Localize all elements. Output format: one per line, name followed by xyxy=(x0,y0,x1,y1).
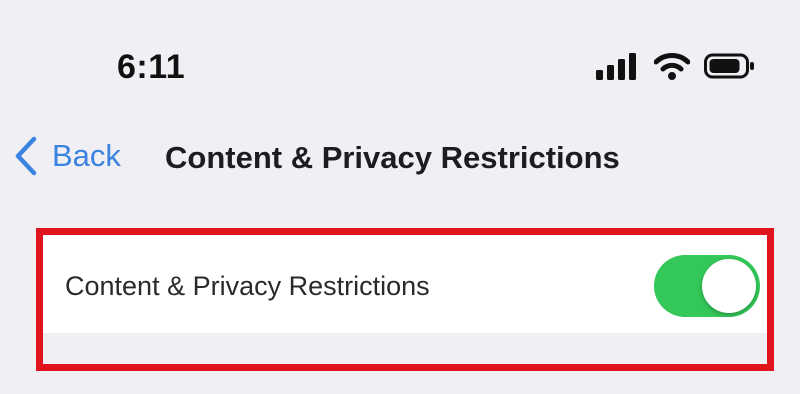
status-time: 6:11 xyxy=(117,48,186,86)
wifi-icon xyxy=(654,52,690,80)
nav-bar: Back Content & Privacy Restrictions xyxy=(0,128,800,192)
back-button[interactable]: Back xyxy=(14,136,121,176)
chevron-left-icon xyxy=(14,136,38,176)
back-label: Back xyxy=(52,138,121,173)
highlight-annotation-box xyxy=(36,228,774,371)
status-bar: 6:11 xyxy=(0,0,800,110)
status-icons xyxy=(596,52,756,80)
page-title: Content & Privacy Restrictions xyxy=(165,140,620,175)
battery-icon xyxy=(704,52,756,80)
cellular-signal-icon xyxy=(596,52,640,80)
